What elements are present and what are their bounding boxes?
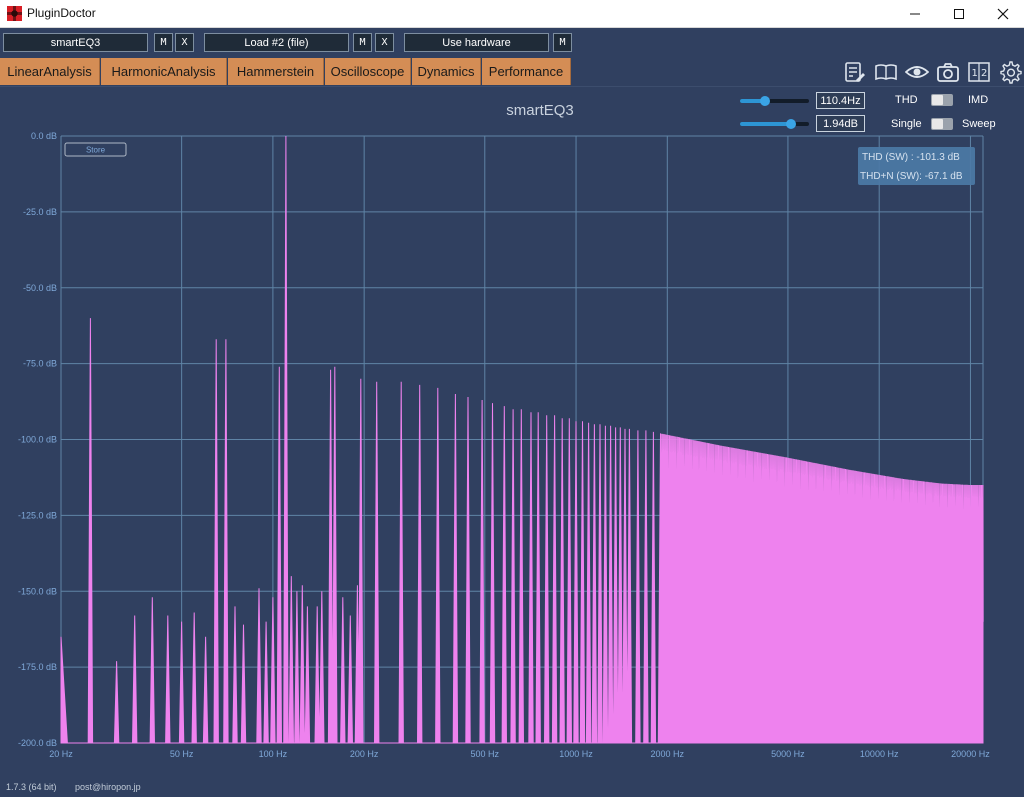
tab-dynamics[interactable]: Dynamics [412, 58, 481, 85]
y-tick-label: -50.0 dB [23, 283, 57, 293]
svg-text:1: 1 [972, 68, 978, 79]
svg-text:2: 2 [981, 68, 987, 79]
thdn-readout: THD+N (SW): -67.1 dB [860, 171, 963, 182]
notes-icon[interactable] [842, 60, 866, 84]
slot-1-m-button[interactable]: M [154, 33, 173, 52]
tab-harmonic-analysis[interactable]: HarmonicAnalysis [101, 58, 227, 85]
y-tick-label: -200.0 dB [18, 738, 57, 748]
thd-readout: THD (SW) : -101.3 dB [862, 152, 960, 163]
app-logo-icon [7, 6, 22, 21]
plugin-slot-2[interactable]: Load #2 (file) [204, 33, 349, 52]
version-label: 1.7.3 (64 bit) [6, 782, 57, 792]
y-tick-label: -150.0 dB [18, 586, 57, 596]
window-title: PluginDoctor [27, 6, 96, 20]
minimize-icon [910, 13, 920, 15]
store-button-label: Store [86, 146, 106, 155]
x-tick-label: 20 Hz [49, 749, 73, 759]
tab-performance[interactable]: Performance [482, 58, 571, 85]
hardware-m-button[interactable]: M [553, 33, 572, 52]
camera-icon[interactable] [936, 60, 960, 84]
title-bar: PluginDoctor [0, 0, 1024, 28]
book-icon[interactable] [874, 60, 898, 84]
harmonic-spectrum-chart: 0.0 dB -25.0 dB -50.0 dB -75.0 dB -100.0 dB -… [18, 131, 990, 759]
x-tick-label: 2000 Hz [651, 749, 685, 759]
gear-icon[interactable] [998, 60, 1022, 84]
x-tick-label: 200 Hz [350, 749, 379, 759]
close-button[interactable] [980, 0, 1024, 28]
split-1-2-icon[interactable]: 1 2 [967, 60, 991, 84]
x-tick-label: 5000 Hz [771, 749, 805, 759]
slot-1-x-button[interactable]: X [175, 33, 194, 52]
email-label: post@hiropon.jp [75, 782, 141, 792]
y-tick-label: 0.0 dB [31, 131, 57, 141]
y-tick-label: -125.0 dB [18, 510, 57, 520]
toolbar-divider [0, 86, 1024, 87]
y-tick-label: -25.0 dB [23, 207, 57, 217]
y-tick-label: -175.0 dB [18, 662, 57, 672]
tab-oscilloscope[interactable]: Oscilloscope [325, 58, 411, 85]
hardware-slot[interactable]: Use hardware [404, 33, 549, 52]
maximize-button[interactable] [936, 0, 982, 28]
eye-icon[interactable] [905, 60, 929, 84]
slot-2-x-button[interactable]: X [375, 33, 394, 52]
y-tick-label: -75.0 dB [23, 359, 57, 369]
x-tick-label: 10000 Hz [860, 749, 899, 759]
minimize-button[interactable] [892, 0, 938, 28]
plugin-slot-1[interactable]: smartEQ3 [3, 33, 148, 52]
tab-linear-analysis[interactable]: LinearAnalysis [0, 58, 100, 85]
x-tick-label: 500 Hz [471, 749, 500, 759]
tab-hammerstein[interactable]: Hammerstein [228, 58, 324, 85]
x-tick-label: 1000 Hz [559, 749, 593, 759]
slot-2-m-button[interactable]: M [353, 33, 372, 52]
close-icon [997, 8, 1009, 20]
maximize-icon [954, 9, 964, 19]
y-tick-label: -100.0 dB [18, 435, 57, 445]
x-tick-label: 20000 Hz [951, 749, 990, 759]
x-tick-label: 100 Hz [259, 749, 288, 759]
x-tick-label: 50 Hz [170, 749, 194, 759]
